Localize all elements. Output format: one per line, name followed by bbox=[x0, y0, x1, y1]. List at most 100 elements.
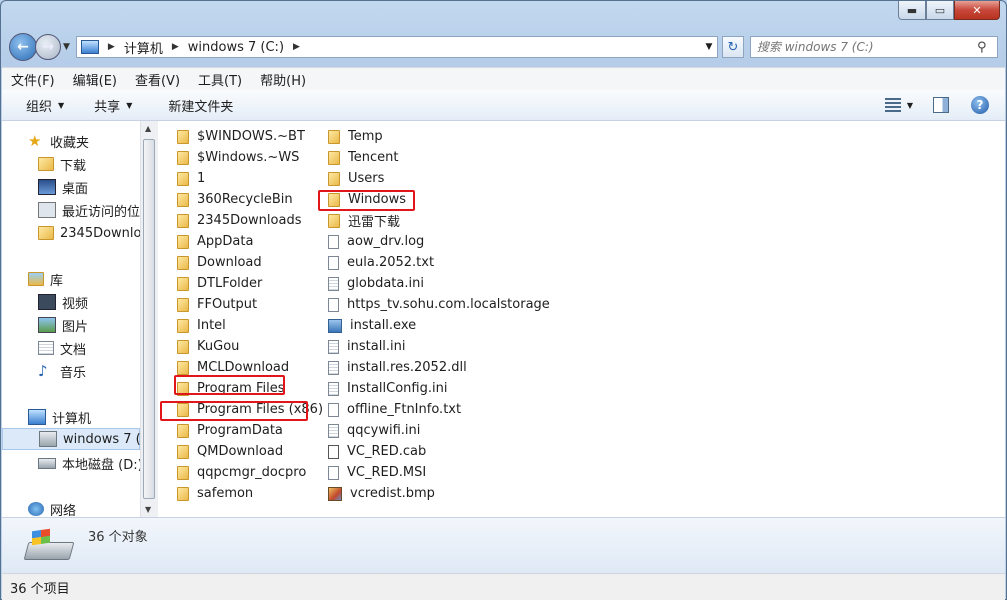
navigation-pane: ★ 收藏夹 下载 桌面 最近访问的位置 2345Downloads 库 视频 图片… bbox=[2, 121, 140, 517]
file-item[interactable]: InstallConfig.ini bbox=[328, 378, 447, 399]
ini-file-icon bbox=[328, 423, 339, 438]
file-item[interactable]: https_tv.sohu.com.localstorage bbox=[328, 294, 550, 315]
nav-item-music[interactable]: ♪ 音乐 bbox=[38, 360, 86, 382]
maximize-button[interactable]: ▭ bbox=[926, 1, 954, 20]
organize-label: 组织 bbox=[26, 99, 53, 115]
nav-favorites[interactable]: ★ 收藏夹 bbox=[28, 130, 89, 152]
nav-scrollbar[interactable]: ▲ ▼ bbox=[140, 121, 158, 517]
folder-item[interactable]: FFOutput bbox=[177, 294, 257, 315]
recent-pages-dropdown[interactable]: ▼ bbox=[63, 42, 70, 52]
file-name: safemon bbox=[197, 486, 254, 501]
folder-item[interactable]: 2345Downloads bbox=[177, 210, 301, 231]
minimize-button[interactable]: ▬ bbox=[898, 1, 926, 20]
nav-label: 最近访问的位置 bbox=[62, 204, 140, 220]
nav-item-desktop[interactable]: 桌面 bbox=[38, 176, 88, 198]
folder-icon bbox=[328, 150, 340, 165]
file-item[interactable]: globdata.ini bbox=[328, 273, 424, 294]
search-input[interactable] bbox=[750, 39, 977, 55]
nav-item-drive-d[interactable]: 本地磁盘 (D:) bbox=[38, 452, 140, 474]
folder-item[interactable]: AppData bbox=[177, 231, 253, 252]
file-name: Intel bbox=[197, 318, 226, 333]
menu-help[interactable]: 帮助(H) bbox=[251, 70, 315, 89]
forward-button[interactable]: → bbox=[35, 34, 61, 60]
pictures-icon bbox=[38, 317, 56, 333]
folder-item[interactable]: safemon bbox=[177, 483, 253, 504]
nav-label: 视频 bbox=[62, 296, 89, 312]
search-box[interactable]: ⚲ bbox=[749, 36, 998, 58]
organize-button[interactable]: 组织 ▼ bbox=[2, 96, 76, 115]
breadcrumb-arrow-icon[interactable]: ▶ bbox=[103, 42, 120, 52]
menu-edit[interactable]: 编辑(E) bbox=[64, 70, 126, 89]
folder-item[interactable]: 360RecycleBin bbox=[177, 189, 293, 210]
file-name: VC_RED.cab bbox=[347, 444, 427, 459]
file-item[interactable]: vcredist.bmp bbox=[328, 483, 435, 504]
new-folder-button[interactable]: 新建文件夹 bbox=[144, 96, 245, 115]
nav-item-recent[interactable]: 最近访问的位置 bbox=[38, 199, 140, 221]
scroll-up-icon[interactable]: ▲ bbox=[145, 124, 151, 133]
file-file-icon bbox=[328, 402, 339, 417]
file-name: FFOutput bbox=[197, 297, 258, 312]
nav-libraries[interactable]: 库 bbox=[28, 268, 63, 290]
breadcrumb-arrow-icon[interactable]: ▶ bbox=[288, 42, 305, 52]
menu-view[interactable]: 查看(V) bbox=[126, 70, 189, 89]
nav-network[interactable]: 网络 bbox=[28, 498, 76, 517]
folder-item[interactable]: Intel bbox=[177, 315, 226, 336]
folder-item[interactable]: $Windows.~WS bbox=[177, 147, 299, 168]
menu-tools[interactable]: 工具(T) bbox=[189, 70, 251, 89]
file-item[interactable]: qqcywifi.ini bbox=[328, 420, 420, 441]
file-item[interactable]: aow_drv.log bbox=[328, 231, 424, 252]
file-name: 1 bbox=[197, 171, 206, 186]
address-bar[interactable]: ▶ 计算机 ▶ windows 7 (C:) ▶ ▼ bbox=[75, 36, 718, 58]
preview-pane-icon[interactable] bbox=[933, 97, 949, 113]
nav-item-videos[interactable]: 视频 bbox=[38, 291, 88, 313]
ini-file-icon bbox=[328, 381, 339, 396]
file-item[interactable]: eula.2052.txt bbox=[328, 252, 434, 273]
file-item[interactable]: VC_RED.cab bbox=[328, 441, 426, 462]
folder-item[interactable]: DTLFolder bbox=[177, 273, 262, 294]
nav-computer[interactable]: 计算机 bbox=[28, 406, 91, 428]
file-item[interactable]: offline_FtnInfo.txt bbox=[328, 399, 461, 420]
nav-item-downloads[interactable]: 下载 bbox=[38, 153, 86, 175]
breadcrumb-computer[interactable]: 计算机 bbox=[120, 38, 167, 57]
nav-item-pictures[interactable]: 图片 bbox=[38, 314, 88, 336]
nav-item-drive-c[interactable]: windows 7 (C:) bbox=[2, 428, 140, 450]
status-bar: 36 个项目 bbox=[2, 573, 1005, 600]
folder-item[interactable]: Temp bbox=[328, 126, 383, 147]
share-button[interactable]: 共享 ▼ bbox=[76, 96, 144, 115]
folder-item[interactable]: qqpcmgr_docpro bbox=[177, 462, 306, 483]
help-icon[interactable]: ? bbox=[971, 96, 989, 114]
breadcrumb-arrow-icon[interactable]: ▶ bbox=[167, 42, 184, 52]
scroll-down-icon[interactable]: ▼ bbox=[145, 505, 151, 514]
folder-item[interactable]: Users bbox=[328, 168, 384, 189]
folder-item[interactable]: $WINDOWS.~BT bbox=[177, 126, 305, 147]
close-button[interactable]: ✕ bbox=[954, 1, 1000, 20]
chevron-down-icon: ▼ bbox=[58, 100, 65, 110]
share-label: 共享 bbox=[94, 99, 121, 115]
address-dropdown-icon[interactable]: ▼ bbox=[701, 42, 717, 52]
nav-item-documents[interactable]: 文档 bbox=[38, 337, 86, 359]
menu-file[interactable]: 文件(F) bbox=[2, 70, 64, 89]
folder-icon bbox=[177, 339, 189, 354]
search-icon[interactable]: ⚲ bbox=[977, 40, 993, 55]
folder-item[interactable]: Tencent bbox=[328, 147, 398, 168]
file-item[interactable]: VC_RED.MSI bbox=[328, 462, 426, 483]
file-item[interactable]: install.res.2052.dll bbox=[328, 357, 467, 378]
folder-icon bbox=[177, 486, 189, 501]
folder-item[interactable]: ProgramData bbox=[177, 420, 283, 441]
refresh-button[interactable]: ↻ bbox=[721, 36, 744, 58]
folder-item[interactable]: 迅雷下载 bbox=[328, 210, 400, 231]
view-dropdown-icon[interactable]: ▼ bbox=[907, 101, 913, 110]
bmp-file-icon bbox=[328, 486, 342, 501]
folder-item[interactable]: Download bbox=[177, 252, 262, 273]
folder-item[interactable]: QMDownload bbox=[177, 441, 283, 462]
file-item[interactable]: install.exe bbox=[328, 315, 416, 336]
nav-label: windows 7 (C:) bbox=[63, 431, 140, 447]
file-item[interactable]: install.ini bbox=[328, 336, 406, 357]
folder-item[interactable]: KuGou bbox=[177, 336, 239, 357]
folder-item[interactable]: 1 bbox=[177, 168, 205, 189]
back-button[interactable]: ← bbox=[9, 33, 37, 61]
view-options-icon[interactable] bbox=[884, 98, 901, 112]
nav-item-2345downloads[interactable]: 2345Downloads bbox=[38, 222, 140, 244]
breadcrumb-drive-c[interactable]: windows 7 (C:) bbox=[184, 40, 288, 55]
scroll-thumb[interactable] bbox=[143, 139, 155, 499]
